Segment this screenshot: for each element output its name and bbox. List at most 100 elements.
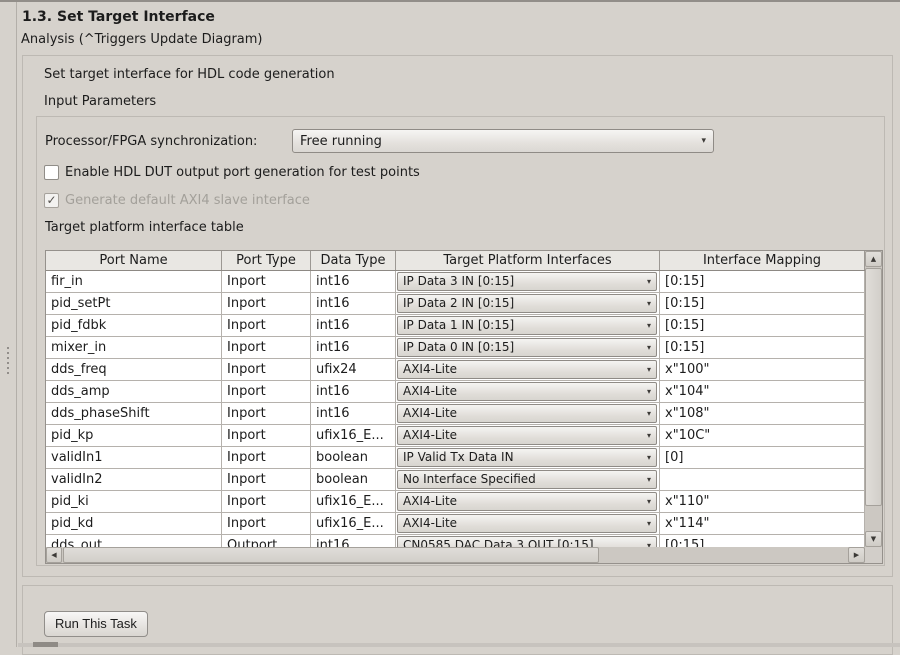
column-header-port-name[interactable]: Port Name [46,251,222,270]
interface-dropdown-value: AXI4-Lite [398,403,647,424]
scrollbar-corner [865,547,882,563]
cell-interface-mapping[interactable]: x"10C" [660,425,865,447]
cell-port-type[interactable]: Inport [222,359,311,381]
cell-data-type[interactable]: int16 [311,293,396,315]
interface-dropdown[interactable]: IP Data 3 IN [0:15] ▾ [397,272,657,291]
cell-interface-mapping[interactable]: [0:15] [660,337,865,359]
cell-port-name[interactable]: pid_ki [46,491,222,513]
interface-dropdown[interactable]: AXI4-Lite ▾ [397,514,657,533]
cell-port-type[interactable]: Inport [222,403,311,425]
cell-port-name[interactable]: validIn1 [46,447,222,469]
cell-interface-mapping[interactable] [660,469,865,491]
interface-dropdown[interactable]: CN0585 DAC Data 3 OUT [0:15] ▾ [397,536,657,547]
interface-dropdown[interactable]: AXI4-Lite ▾ [397,492,657,511]
interface-dropdown[interactable]: IP Data 0 IN [0:15] ▾ [397,338,657,357]
dropdown-arrow-icon: ▾ [647,271,656,292]
cell-port-name[interactable]: pid_kd [46,513,222,535]
cell-target-interface: CN0585 DAC Data 3 OUT [0:15] ▾ [396,535,660,547]
cell-port-type[interactable]: Inport [222,513,311,535]
test-points-checkbox-label: Enable HDL DUT output port generation fo… [65,165,420,180]
column-header-target-interfaces[interactable]: Target Platform Interfaces [396,251,660,270]
cell-port-type[interactable]: Inport [222,447,311,469]
scroll-up-icon[interactable]: ▲ [865,251,882,267]
cell-port-name[interactable]: dds_freq [46,359,222,381]
column-header-interface-mapping[interactable]: Interface Mapping [660,251,865,270]
cell-port-type[interactable]: Inport [222,381,311,403]
cell-port-type[interactable]: Inport [222,491,311,513]
cell-data-type[interactable]: int16 [311,381,396,403]
cell-port-name[interactable]: dds_amp [46,381,222,403]
cell-target-interface: AXI4-Lite ▾ [396,403,660,425]
cell-data-type[interactable]: int16 [311,271,396,293]
dropdown-arrow-icon: ▾ [647,337,656,358]
cell-interface-mapping[interactable]: x"110" [660,491,865,513]
scroll-right-icon[interactable]: ▶ [848,547,865,563]
cell-interface-mapping[interactable]: [0:15] [660,315,865,337]
cell-data-type[interactable]: boolean [311,447,396,469]
cell-interface-mapping[interactable]: [0:15] [660,271,865,293]
cell-interface-mapping[interactable]: x"108" [660,403,865,425]
cell-data-type[interactable]: int16 [311,535,396,547]
cell-port-type[interactable]: Inport [222,337,311,359]
cell-target-interface: IP Data 0 IN [0:15] ▾ [396,337,660,359]
cell-interface-mapping[interactable]: x"100" [660,359,865,381]
cell-data-type[interactable]: ufix24 [311,359,396,381]
cell-port-name[interactable]: pid_setPt [46,293,222,315]
cell-interface-mapping[interactable]: [0:15] [660,293,865,315]
interface-dropdown-value: IP Data 1 IN [0:15] [398,315,647,336]
splitter-grip-icon[interactable] [6,344,10,377]
cell-port-name[interactable]: fir_in [46,271,222,293]
interface-dropdown[interactable]: AXI4-Lite ▾ [397,360,657,379]
cell-data-type[interactable]: boolean [311,469,396,491]
cell-port-type[interactable]: Inport [222,293,311,315]
cell-interface-mapping[interactable]: x"104" [660,381,865,403]
table-row: dds_phaseShift Inport int16 AXI4-Lite ▾ … [46,403,865,425]
vertical-scrollbar[interactable]: ▲ ▼ [865,251,882,547]
interface-dropdown[interactable]: AXI4-Lite ▾ [397,404,657,423]
cell-interface-mapping[interactable]: [0:15] [660,535,865,547]
cell-port-type[interactable]: Outport [222,535,311,547]
cell-data-type[interactable]: ufix16_E... [311,513,396,535]
dropdown-arrow-icon: ▾ [647,447,656,468]
cell-interface-mapping[interactable]: x"114" [660,513,865,535]
table-row: fir_in Inport int16 IP Data 3 IN [0:15] … [46,271,865,293]
cell-data-type[interactable]: ufix16_E... [311,491,396,513]
interface-dropdown[interactable]: IP Valid Tx Data IN ▾ [397,448,657,467]
cell-port-name[interactable]: mixer_in [46,337,222,359]
interface-dropdown-value: IP Data 3 IN [0:15] [398,271,647,292]
cell-port-name[interactable]: pid_kp [46,425,222,447]
interface-dropdown[interactable]: No Interface Specified ▾ [397,470,657,489]
cell-port-type[interactable]: Inport [222,315,311,337]
test-points-checkbox[interactable] [44,165,59,180]
cell-port-type[interactable]: Inport [222,469,311,491]
cell-port-name[interactable]: dds_phaseShift [46,403,222,425]
cell-data-type[interactable]: int16 [311,337,396,359]
cell-port-name[interactable]: pid_fdbk [46,315,222,337]
scroll-down-icon[interactable]: ▼ [865,531,882,547]
horizontal-scrollbar-thumb[interactable] [63,547,599,563]
horizontal-scrollbar[interactable]: ◀ ▶ [46,547,865,563]
column-header-port-type[interactable]: Port Type [222,251,311,270]
sync-dropdown[interactable]: Free running ▾ [292,129,714,153]
pane-splitter[interactable] [16,2,17,647]
window-top-edge [0,0,900,2]
scroll-left-icon[interactable]: ◀ [46,547,62,563]
cell-interface-mapping[interactable]: [0] [660,447,865,469]
interface-dropdown[interactable]: AXI4-Lite ▾ [397,426,657,445]
column-header-data-type[interactable]: Data Type [311,251,396,270]
cell-data-type[interactable]: int16 [311,403,396,425]
cell-data-type[interactable]: int16 [311,315,396,337]
cell-port-type[interactable]: Inport [222,271,311,293]
dropdown-arrow-icon: ▾ [647,315,656,336]
run-this-task-button[interactable]: Run This Task [44,611,148,637]
cell-data-type[interactable]: ufix16_E... [311,425,396,447]
cell-port-name[interactable]: dds_out [46,535,222,547]
vertical-scrollbar-thumb[interactable] [865,268,882,506]
cell-port-type[interactable]: Inport [222,425,311,447]
cell-port-name[interactable]: validIn2 [46,469,222,491]
interface-dropdown[interactable]: IP Data 1 IN [0:15] ▾ [397,316,657,335]
interface-dropdown[interactable]: IP Data 2 IN [0:15] ▾ [397,294,657,313]
cell-target-interface: IP Data 1 IN [0:15] ▾ [396,315,660,337]
interface-dropdown[interactable]: AXI4-Lite ▾ [397,382,657,401]
dropdown-arrow-icon: ▾ [647,535,656,547]
